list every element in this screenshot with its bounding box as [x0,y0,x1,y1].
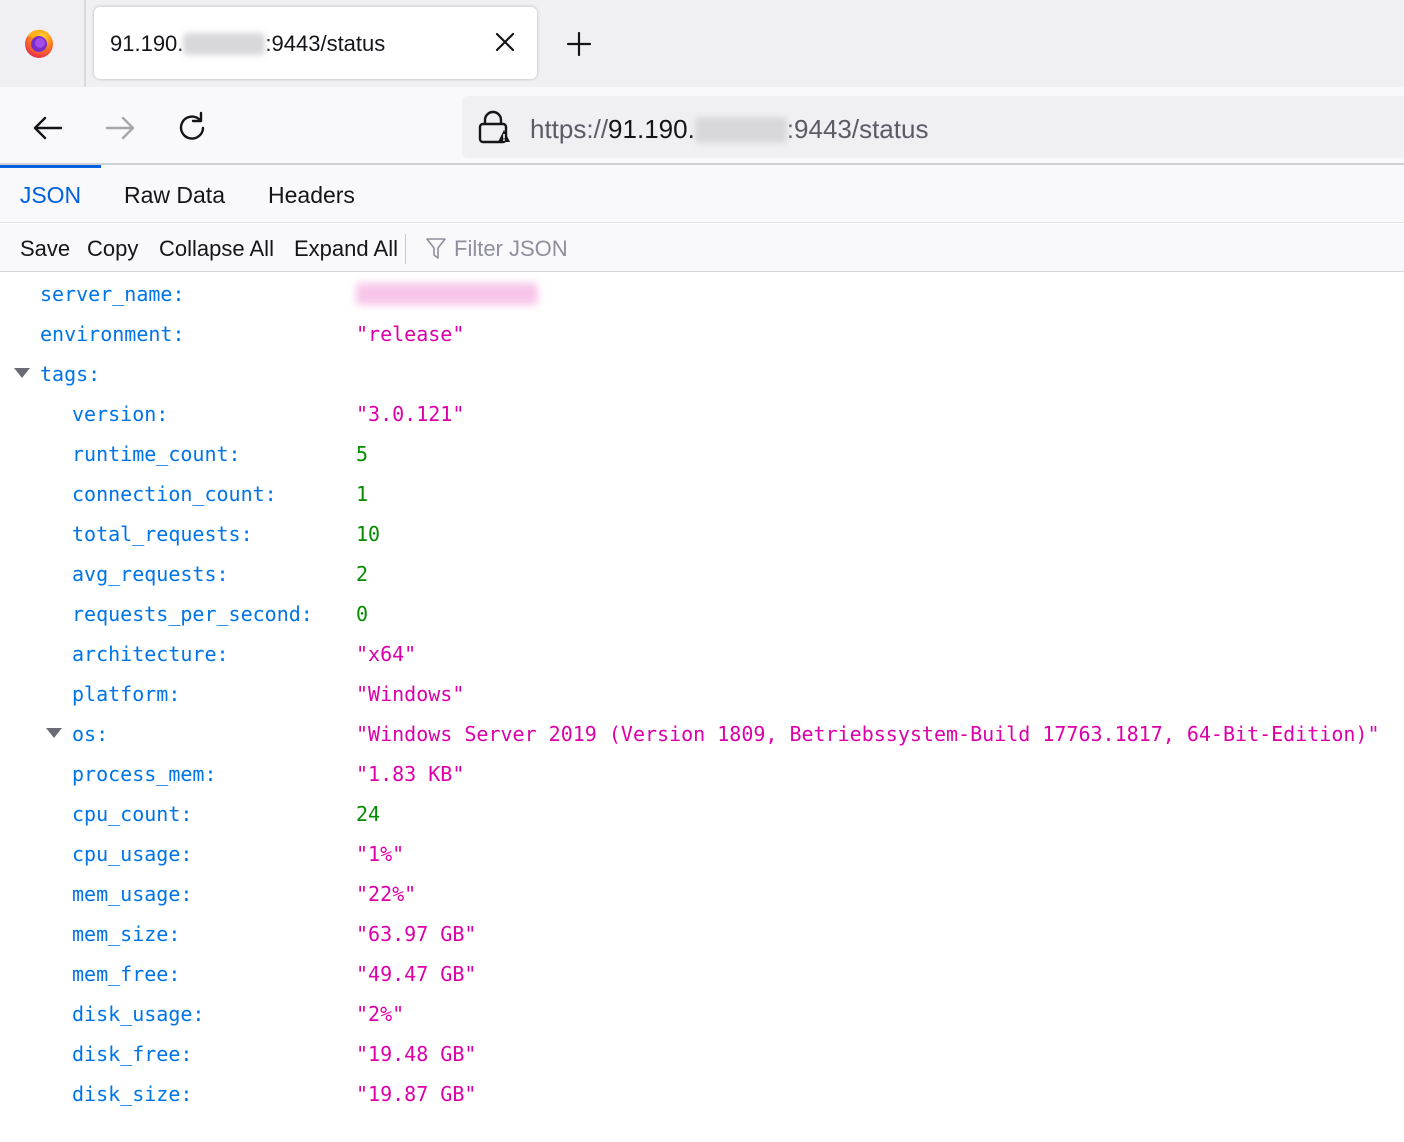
json-value: "49.47 GB" [356,962,477,986]
json-key: mem_usage: [72,882,193,906]
json-key: runtime_count: [72,442,241,466]
redacted-host-blur [183,33,266,55]
url-bar[interactable]: https://91.190. :9443/status [462,96,1404,158]
json-value: 10 [356,522,381,546]
json-row-os[interactable]: os: "Windows Server 2019 (Version 1809, … [0,714,1404,754]
json-value: "22%" [356,882,417,906]
json-key: server_name: [40,282,185,306]
tab-title: 91.190. :9443/status [110,31,385,57]
json-value: "63.97 GB" [356,922,477,946]
json-row-cpu-usage[interactable]: cpu_usage: "1%" [0,834,1404,874]
json-row-cpu-count[interactable]: cpu_count: 24 [0,794,1404,834]
forward-arrow-icon[interactable] [103,111,137,145]
json-value-redacted [356,282,538,306]
redacted-host-blur [694,117,787,143]
json-key: disk_size: [72,1082,193,1106]
json-value: "2%" [356,1002,405,1026]
json-key: total_requests: [72,522,253,546]
json-key: version: [72,402,169,426]
navigation-bar: https://91.190. :9443/status [0,87,1404,165]
json-key: environment: [40,322,185,346]
expand-triangle-icon[interactable] [14,368,30,378]
back-arrow-icon[interactable] [31,111,65,145]
json-row-disk-free[interactable]: disk_free: "19.48 GB" [0,1034,1404,1074]
json-row-architecture[interactable]: architecture: "x64" [0,634,1404,674]
url-host: 91.190. [608,114,695,144]
json-value: "19.87 GB" [356,1082,477,1106]
redacted-value-blur [356,283,538,305]
json-row-connection-count[interactable]: connection_count: 1 [0,474,1404,514]
json-value: 24 [356,802,381,826]
json-toolbar: Save Copy Collapse All Expand All Filter… [0,224,1404,272]
json-row-avg-requests[interactable]: avg_requests: 2 [0,554,1404,594]
json-value: 0 [356,602,369,626]
json-value: "x64" [356,642,417,666]
json-key: os: [72,722,109,746]
json-row-disk-size[interactable]: disk_size: "19.87 GB" [0,1074,1404,1114]
json-row-tags[interactable]: tags: [0,354,1404,394]
url-text: https://91.190. :9443/status [530,114,928,145]
json-key: disk_usage: [72,1002,205,1026]
json-row-mem-size[interactable]: mem_size: "63.97 GB" [0,914,1404,954]
json-row-runtime-count[interactable]: runtime_count: 5 [0,434,1404,474]
json-value: "Windows" [356,682,465,706]
json-key: tags: [40,362,101,386]
filter-icon [426,238,446,259]
filter-json-input[interactable]: Filter JSON [454,236,568,262]
url-scheme: https:// [530,114,609,144]
json-value: "3.0.121" [356,402,465,426]
json-key: avg_requests: [72,562,229,586]
json-key: architecture: [72,642,229,666]
json-key: cpu_count: [72,802,193,826]
reload-icon[interactable] [175,111,209,145]
json-value: "19.48 GB" [356,1042,477,1066]
json-key: mem_size: [72,922,181,946]
json-row-process-mem[interactable]: process_mem: "1.83 KB" [0,754,1404,794]
json-row-environment[interactable]: environment: "release" [0,314,1404,354]
toolbar-separator [405,234,406,264]
copy-button[interactable]: Copy [87,236,138,262]
json-row-requests-per-second[interactable]: requests_per_second: 0 [0,594,1404,634]
json-key: mem_free: [72,962,181,986]
plus-icon[interactable] [565,30,593,58]
collapse-all-button[interactable]: Collapse All [159,236,274,262]
json-key: platform: [72,682,181,706]
expand-all-button[interactable]: Expand All [294,236,398,262]
json-row-version[interactable]: version: "3.0.121" [0,394,1404,434]
json-viewer-tabs: JSON Raw Data Headers [0,165,1404,223]
tab-title-suffix: :9443/status [265,31,386,56]
json-value: 1 [356,482,369,506]
tab-strip: 91.190. :9443/status [0,0,1404,87]
expand-triangle-icon[interactable] [46,728,62,738]
tab-json[interactable]: JSON [0,165,101,223]
json-value: 2 [356,562,369,586]
json-value: "Windows Server 2019 (Version 1809, Betr… [356,722,1380,746]
json-key: requests_per_second: [72,602,313,626]
json-row-total-requests[interactable]: total_requests: 10 [0,514,1404,554]
json-row-platform[interactable]: platform: "Windows" [0,674,1404,714]
json-key: cpu_usage: [72,842,193,866]
json-row-mem-free[interactable]: mem_free: "49.47 GB" [0,954,1404,994]
json-row-server-name[interactable]: server_name: [0,274,1404,314]
tab-headers[interactable]: Headers [268,165,355,223]
close-icon[interactable] [494,31,516,53]
json-key: disk_free: [72,1042,193,1066]
json-key: connection_count: [72,482,277,506]
json-row-mem-usage[interactable]: mem_usage: "22%" [0,874,1404,914]
json-value: 5 [356,442,369,466]
json-row-disk-usage[interactable]: disk_usage: "2%" [0,994,1404,1034]
json-value: "1.83 KB" [356,762,465,786]
tab-divider [84,0,86,87]
url-rest: :9443/status [786,114,929,144]
json-key: process_mem: [72,762,217,786]
json-value: "release" [356,322,465,346]
tab-raw-data[interactable]: Raw Data [124,165,225,223]
tab-title-prefix: 91.190. [110,31,184,56]
firefox-icon[interactable] [22,26,56,60]
lock-warning-icon[interactable] [476,110,510,144]
json-value: "1%" [356,842,405,866]
save-button[interactable]: Save [20,236,70,262]
active-tab[interactable]: 91.190. :9443/status [94,7,537,79]
